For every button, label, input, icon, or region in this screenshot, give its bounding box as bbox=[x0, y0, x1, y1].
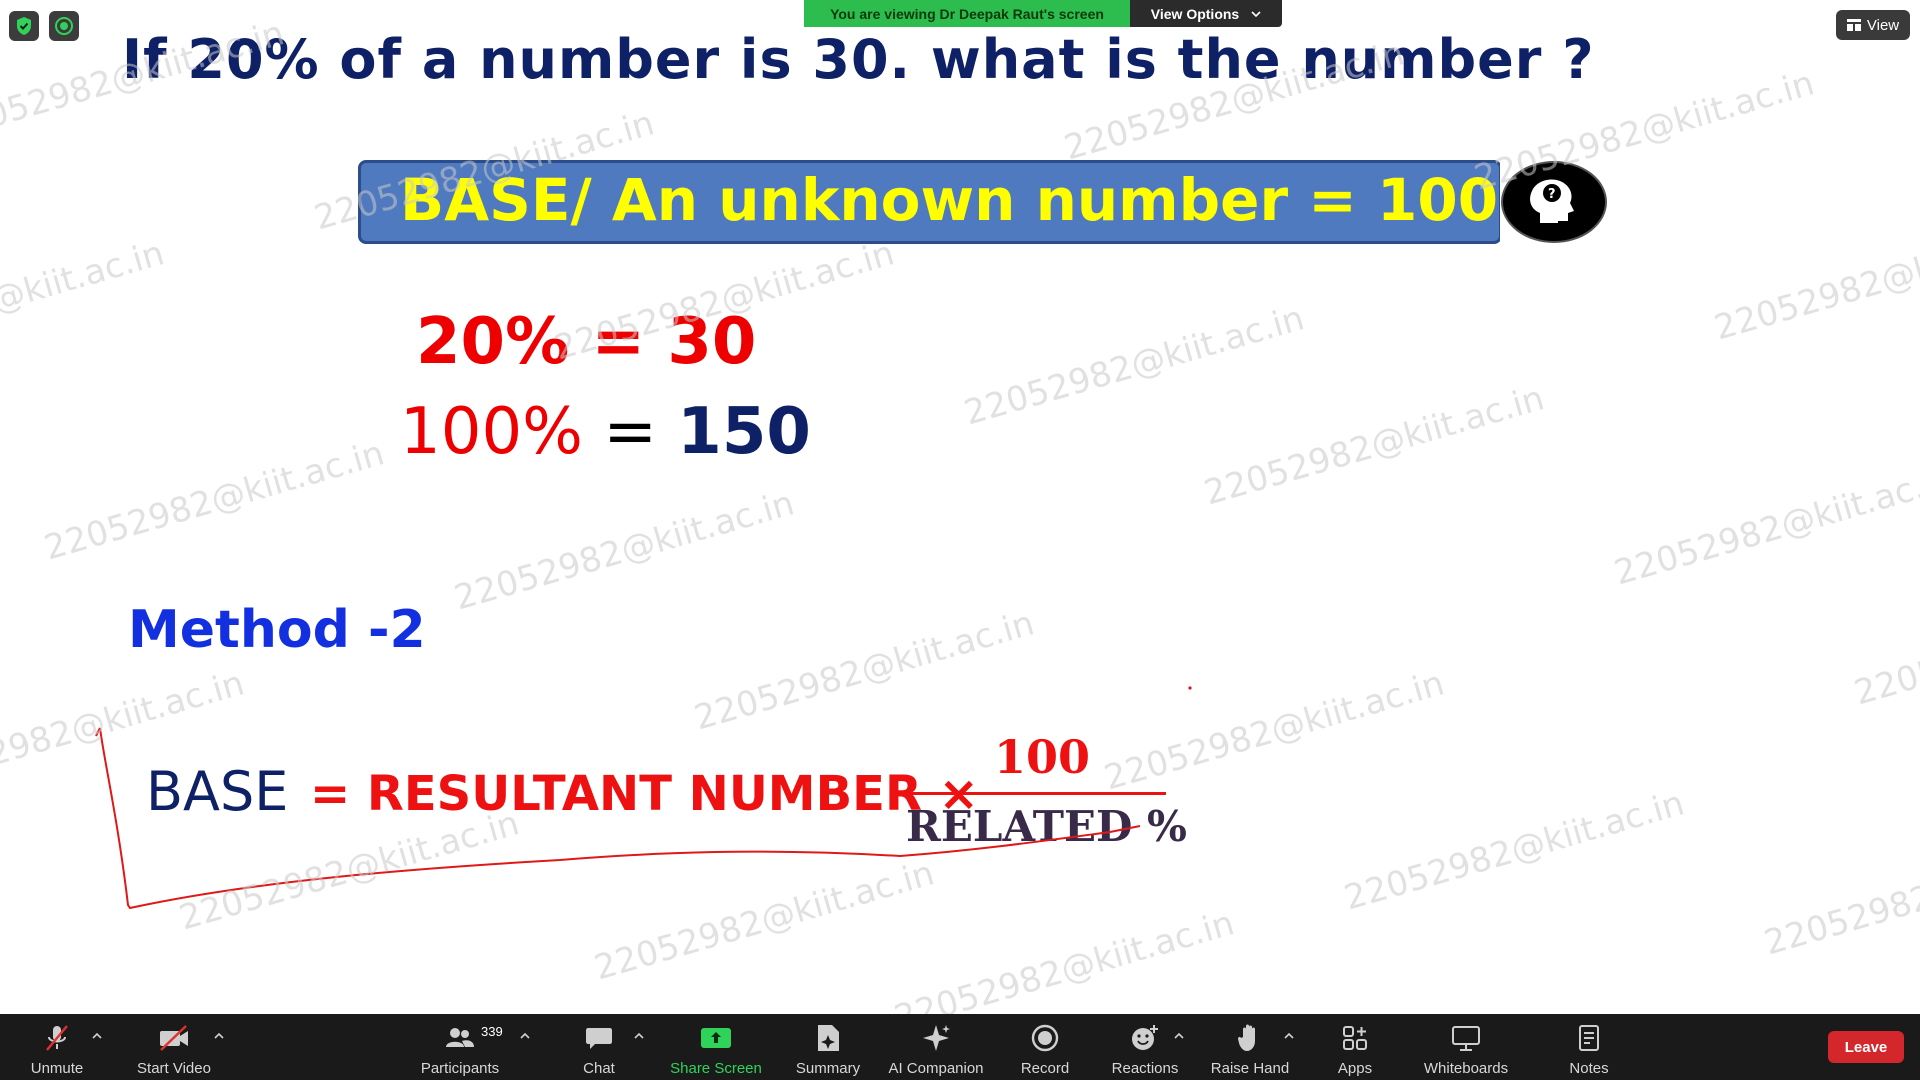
watermark: 22052982@kiit.ac.in bbox=[40, 433, 389, 569]
watermark: 22052982@kiit.ac.in bbox=[1850, 578, 1920, 714]
watermark: 22052982@kiit.ac.in bbox=[1340, 783, 1689, 919]
watermark: 22052982@kiit.ac.in bbox=[1760, 828, 1920, 964]
chevron-up-icon bbox=[520, 1032, 530, 1039]
apps-label: Apps bbox=[1337, 1060, 1373, 1077]
raise-hand-button[interactable]: Raise Hand bbox=[1206, 1014, 1294, 1080]
brain-question-icon: ? bbox=[1500, 159, 1608, 245]
view-options-button[interactable]: View Options bbox=[1130, 0, 1282, 27]
watermark-layer: 22052982@kiit.ac.in 22052982@kiit.ac.in … bbox=[0, 0, 1920, 1014]
video-options-caret[interactable] bbox=[212, 1028, 226, 1042]
whiteboards-label: Whiteboards bbox=[1423, 1060, 1509, 1077]
participants-options-caret[interactable] bbox=[518, 1028, 532, 1042]
grid-view-icon bbox=[1846, 19, 1861, 31]
watermark: 22052982@kiit.ac.in bbox=[1200, 378, 1549, 514]
annotation-ink bbox=[95, 686, 1192, 910]
view-button[interactable]: View bbox=[1836, 10, 1910, 40]
video-camera-off-icon bbox=[160, 1025, 188, 1051]
svg-text:?: ? bbox=[1548, 187, 1556, 202]
microphone-muted-icon bbox=[46, 1025, 68, 1051]
chevron-up-icon bbox=[92, 1032, 102, 1039]
sparkle-icon bbox=[923, 1025, 950, 1051]
chevron-up-icon bbox=[1284, 1032, 1294, 1039]
record-label: Record bbox=[1020, 1060, 1070, 1077]
watermark: 22052982@kiit.ac.in bbox=[1610, 458, 1920, 594]
unmute-label: Unmute bbox=[30, 1060, 84, 1077]
watermark: 22052982@kiit.ac.in bbox=[1100, 663, 1449, 799]
chat-options-caret[interactable] bbox=[632, 1028, 646, 1042]
method-heading: Method -2 bbox=[128, 600, 426, 660]
formula-base: BASE bbox=[146, 760, 289, 823]
unmute-button[interactable]: Unmute bbox=[20, 1014, 94, 1080]
chat-button[interactable]: Chat bbox=[566, 1014, 632, 1080]
summary-icon bbox=[818, 1025, 839, 1051]
fraction-denominator: RELATED % bbox=[906, 802, 1187, 851]
watermark: 22052982@kiit.ac.in bbox=[450, 483, 799, 619]
fraction-numerator: 100 bbox=[994, 730, 1091, 784]
watermark: 22052982@kiit.ac.in bbox=[590, 853, 939, 989]
notes-button[interactable]: Notes bbox=[1556, 1014, 1622, 1080]
ai-companion-label: AI Companion bbox=[888, 1060, 984, 1077]
leave-button[interactable]: Leave bbox=[1828, 1031, 1904, 1063]
view-options-label: View Options bbox=[1150, 5, 1240, 22]
equation-100-percent: 100% = 150 bbox=[400, 395, 811, 469]
start-video-button[interactable]: Start Video bbox=[128, 1014, 220, 1080]
raise-hand-options-caret[interactable] bbox=[1282, 1028, 1296, 1042]
share-screen-icon bbox=[701, 1028, 731, 1048]
watermark: 22052982@kiit.ac.in bbox=[690, 603, 1039, 739]
audio-options-caret[interactable] bbox=[90, 1028, 104, 1042]
meeting-toolbar: Unmute Start Video Participants 339 Chat… bbox=[0, 1014, 1920, 1080]
eq2-percent: 100% bbox=[400, 395, 583, 469]
reactions-label: Reactions bbox=[1111, 1060, 1179, 1077]
raise-hand-label: Raise Hand bbox=[1210, 1060, 1290, 1077]
viewing-screen-banner: You are viewing Dr Deepak Raut's screen bbox=[804, 0, 1130, 27]
eq2-equals: = bbox=[603, 395, 657, 469]
whiteboards-button[interactable]: Whiteboards bbox=[1414, 1014, 1518, 1080]
share-screen-label: Share Screen bbox=[670, 1060, 762, 1077]
slide-title: If 20% of a number is 30. what is the nu… bbox=[122, 28, 1595, 91]
equation-20-percent: 20% = 30 bbox=[416, 305, 757, 379]
participants-icon bbox=[446, 1028, 474, 1047]
chevron-up-icon bbox=[214, 1032, 224, 1039]
chevron-up-icon bbox=[634, 1032, 644, 1039]
chevron-down-icon bbox=[1251, 10, 1261, 17]
shared-screen: If 20% of a number is 30. what is the nu… bbox=[0, 0, 1920, 1014]
watermark: 22052982@kiit.ac.in bbox=[175, 803, 524, 939]
participants-label: Participants bbox=[420, 1060, 500, 1077]
participants-count: 339 bbox=[481, 1024, 503, 1039]
security-shield-badge[interactable] bbox=[9, 11, 39, 41]
watermark: 22052982@kiit.ac.in bbox=[1710, 213, 1920, 349]
fraction-bar bbox=[904, 792, 1166, 795]
ai-companion-button[interactable]: AI Companion bbox=[882, 1014, 990, 1080]
record-icon bbox=[1031, 1024, 1059, 1052]
chat-bubble-icon bbox=[586, 1028, 612, 1049]
chat-label: Chat bbox=[583, 1060, 615, 1077]
start-video-label: Start Video bbox=[137, 1060, 211, 1077]
formula-rhs: = RESULTANT NUMBER × bbox=[310, 766, 979, 822]
watermark: 22052982@kiit.ac.in bbox=[0, 233, 169, 369]
share-screen-button[interactable]: Share Screen bbox=[664, 1014, 768, 1080]
notes-icon bbox=[1579, 1025, 1599, 1051]
reactions-options-caret[interactable] bbox=[1172, 1028, 1186, 1042]
smiley-plus-icon bbox=[1132, 1025, 1158, 1050]
watermark: 22052982@kiit.ac.in bbox=[960, 298, 1309, 434]
apps-icon bbox=[1343, 1026, 1367, 1050]
live-status-badge[interactable] bbox=[49, 11, 79, 41]
live-streaming-icon bbox=[55, 17, 73, 35]
apps-button[interactable]: Apps bbox=[1324, 1014, 1386, 1080]
eq2-value: 150 bbox=[677, 395, 811, 469]
shield-icon bbox=[17, 17, 31, 35]
view-button-label: View bbox=[1866, 16, 1900, 34]
record-button[interactable]: Record bbox=[1008, 1014, 1082, 1080]
chevron-up-icon bbox=[1174, 1032, 1184, 1039]
base-banner-text: BASE/ An unknown number = 100 % bbox=[400, 166, 1577, 234]
summary-button[interactable]: Summary bbox=[788, 1014, 868, 1080]
hand-icon bbox=[1238, 1024, 1255, 1051]
notes-label: Notes bbox=[1569, 1060, 1609, 1077]
reactions-button[interactable]: Reactions bbox=[1104, 1014, 1186, 1080]
whiteboard-icon bbox=[1452, 1026, 1480, 1051]
summary-label: Summary bbox=[795, 1060, 861, 1077]
watermark: 22052982@kiit.ac.in bbox=[890, 903, 1239, 1014]
